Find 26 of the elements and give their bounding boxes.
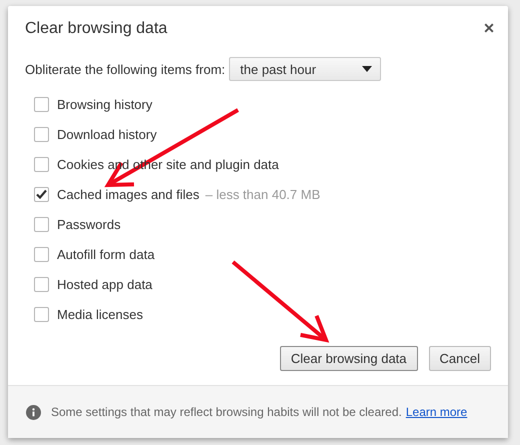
checkbox[interactable] <box>34 186 49 202</box>
checkbox[interactable] <box>34 216 49 232</box>
time-range-dropdown[interactable]: the past hour <box>229 57 382 81</box>
info-icon <box>26 404 41 420</box>
dropdown-caret-icon <box>362 66 372 72</box>
learn-more-link[interactable]: Learn more <box>406 405 468 419</box>
checkbox-label[interactable]: Passwords <box>57 216 121 232</box>
checkbox[interactable] <box>34 156 49 172</box>
dialog-title: Clear browsing data <box>25 20 168 39</box>
checkbox-label[interactable]: Autofill form data <box>57 246 155 262</box>
size-note: – less than 40.7 MB <box>205 186 320 202</box>
checkbox-label[interactable]: Cached images and files <box>57 186 200 202</box>
checkbox-label[interactable]: Hosted app data <box>57 276 152 292</box>
checkbox[interactable] <box>34 276 49 292</box>
clear-button[interactable]: Clear browsing data <box>280 346 418 371</box>
checkbox[interactable] <box>34 246 49 262</box>
checkbox[interactable] <box>34 306 49 322</box>
footer-note: Some settings that may reflect browsing habits will not be cleared. Learn more <box>51 405 468 419</box>
checkbox[interactable] <box>34 96 49 112</box>
checkbox-label[interactable]: Media licenses <box>57 306 143 322</box>
checkbox[interactable] <box>34 126 49 142</box>
cancel-button[interactable]: Cancel <box>428 346 491 371</box>
close-button[interactable]: × <box>482 20 496 36</box>
range-label: Obliterate the following items from: <box>25 62 226 76</box>
checkbox-label[interactable]: Browsing history <box>57 96 152 112</box>
checkbox-label[interactable]: Download history <box>57 126 157 142</box>
